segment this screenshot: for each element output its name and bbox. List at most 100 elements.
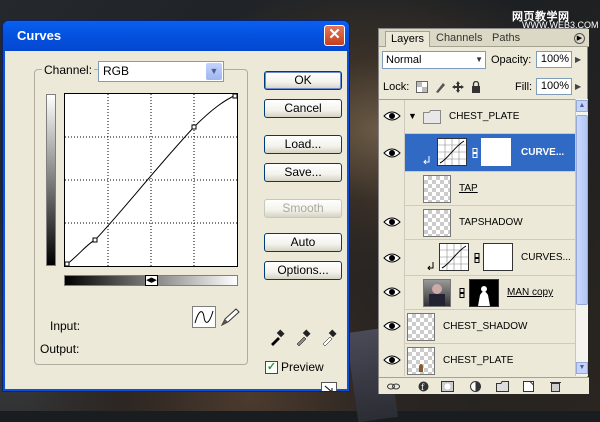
panel-tabs: Layers Channels Paths ▶ [379,29,589,47]
layer-name: CHEST_PLATE [449,111,520,122]
save-button[interactable]: Save... [264,163,342,182]
scroll-up-icon[interactable]: ▲ [576,100,588,112]
curve-tool-button[interactable] [192,306,216,328]
link-icon[interactable] [474,253,480,263]
link-icon[interactable] [459,288,465,298]
lock-brush-icon[interactable] [434,81,446,93]
black-eyedropper-icon[interactable] [268,328,286,346]
eye-icon[interactable] [383,147,401,159]
channel-value: RGB [103,64,130,78]
layers-scrollbar[interactable]: ▲ ▼ [575,99,588,376]
scroll-thumb[interactable] [576,115,588,305]
channel-select[interactable]: RGB ▼ [98,61,224,82]
layer-mask-thumbnail[interactable] [469,279,499,307]
curves-title-bar[interactable]: Curves ✕ [3,21,349,51]
new-group-icon[interactable] [496,381,509,392]
link-layers-icon[interactable] [387,381,400,392]
opacity-field[interactable]: 100% [536,51,572,68]
eye-icon[interactable] [383,252,401,264]
layer-name: CURVES... [521,252,571,263]
layer-name: TAPSHADOW [459,217,523,228]
eye-icon[interactable] [383,354,401,366]
curve-graph[interactable] [64,93,238,267]
fill-field[interactable]: 100% [536,78,572,95]
curve-point [92,237,98,243]
curve-tool-icon [194,310,214,324]
eye-cell [379,276,405,310]
cancel-button[interactable]: Cancel [264,99,342,118]
eye-icon[interactable] [383,320,401,332]
fill-label: Fill: [515,81,533,93]
eye-cell [379,172,405,206]
scroll-down-icon[interactable]: ▼ [576,362,588,374]
curve-line [65,94,237,266]
trash-icon[interactable] [549,381,562,392]
curves-title: Curves [17,28,62,43]
fill-arrow-icon[interactable]: ▶ [575,78,585,95]
layer-name: TAP [459,183,478,194]
chevron-down-icon: ▼ [475,55,483,64]
layer-name: CHEST_PLATE [443,355,514,366]
lock-all-icon[interactable] [470,80,482,93]
curves-body: Channel: RGB ▼ ◀▶ Input: Output: OK Canc… [6,51,346,391]
new-layer-icon[interactable] [522,381,535,392]
tab-layers[interactable]: Layers [385,31,431,47]
layer-list: ▼ CHEST_PLATE CURVE... TAP TAPSHADOW CUR… [379,99,575,376]
close-button[interactable]: ✕ [324,25,345,46]
lock-transparency-icon[interactable] [416,81,428,93]
curves-adjustment-icon [437,138,467,166]
curves-adjustment-icon [439,243,469,271]
layer-row-chest-shadow[interactable]: CHEST_SHADOW [379,310,575,344]
panel-menu-icon[interactable]: ▶ [574,33,585,44]
group-expand-icon[interactable]: ▼ [408,111,417,121]
chevron-down-icon[interactable]: ▼ [206,63,222,80]
blend-mode-select[interactable]: Normal ▼ [382,51,486,69]
eye-icon[interactable] [383,286,401,298]
add-mask-icon[interactable] [441,381,454,392]
close-icon: ✕ [328,26,341,43]
layer-mask-thumbnail[interactable] [481,138,511,166]
layer-row-man-copy[interactable]: MAN copy [379,276,575,310]
tab-paths[interactable]: Paths [487,31,525,47]
preview-label: Preview [281,360,324,374]
eye-icon[interactable] [383,110,401,122]
layer-row-curves-selected[interactable]: CURVE... [379,134,575,172]
tab-channels[interactable]: Channels [431,31,487,47]
clip-arrow-icon [427,262,434,270]
eye-cell [379,100,405,134]
smooth-button[interactable]: Smooth [264,199,342,218]
white-eyedropper-icon[interactable] [320,328,338,347]
options-button[interactable]: Options... [264,261,342,280]
gradient-toggle-icon[interactable]: ◀▶ [145,275,158,286]
load-button[interactable]: Load... [264,135,342,154]
pencil-tool-button[interactable] [218,306,242,328]
layer-row-chest-plate[interactable]: CHEST_PLATE [379,344,575,376]
auto-button[interactable]: Auto [264,233,342,252]
layer-thumbnail [423,209,451,237]
curve-point [232,93,238,99]
layer-thumbnail [423,175,451,203]
ok-button[interactable]: OK [264,71,342,90]
layer-row-tap[interactable]: TAP [379,172,575,206]
layer-row-curves[interactable]: CURVES... [379,240,575,276]
watermark: 网页教学网 WWW.WEB3.COM [512,8,599,30]
eye-cell [379,134,405,172]
eye-cell [379,240,405,276]
layer-style-icon[interactable]: f [417,381,430,392]
folder-icon [423,110,441,124]
lock-move-icon[interactable] [452,81,464,93]
expand-dialog-icon[interactable] [321,382,337,391]
output-label: Output: [40,342,80,356]
layers-bottom-bar: f [379,377,589,394]
layer-name: CHEST_SHADOW [443,321,528,332]
layer-row-tapshadow[interactable]: TAPSHADOW [379,206,575,240]
eye-icon[interactable] [383,216,401,228]
preview-checkbox[interactable]: ✓ [265,361,278,374]
opacity-arrow-icon[interactable]: ▶ [575,51,585,68]
layer-mask-thumbnail[interactable] [483,243,513,271]
gray-eyedropper-icon[interactable] [294,328,312,347]
layer-thumbnail [407,347,435,375]
link-icon[interactable] [472,148,478,158]
adjustment-layer-icon[interactable] [469,381,482,392]
layer-row-group[interactable]: ▼ CHEST_PLATE [379,100,575,134]
